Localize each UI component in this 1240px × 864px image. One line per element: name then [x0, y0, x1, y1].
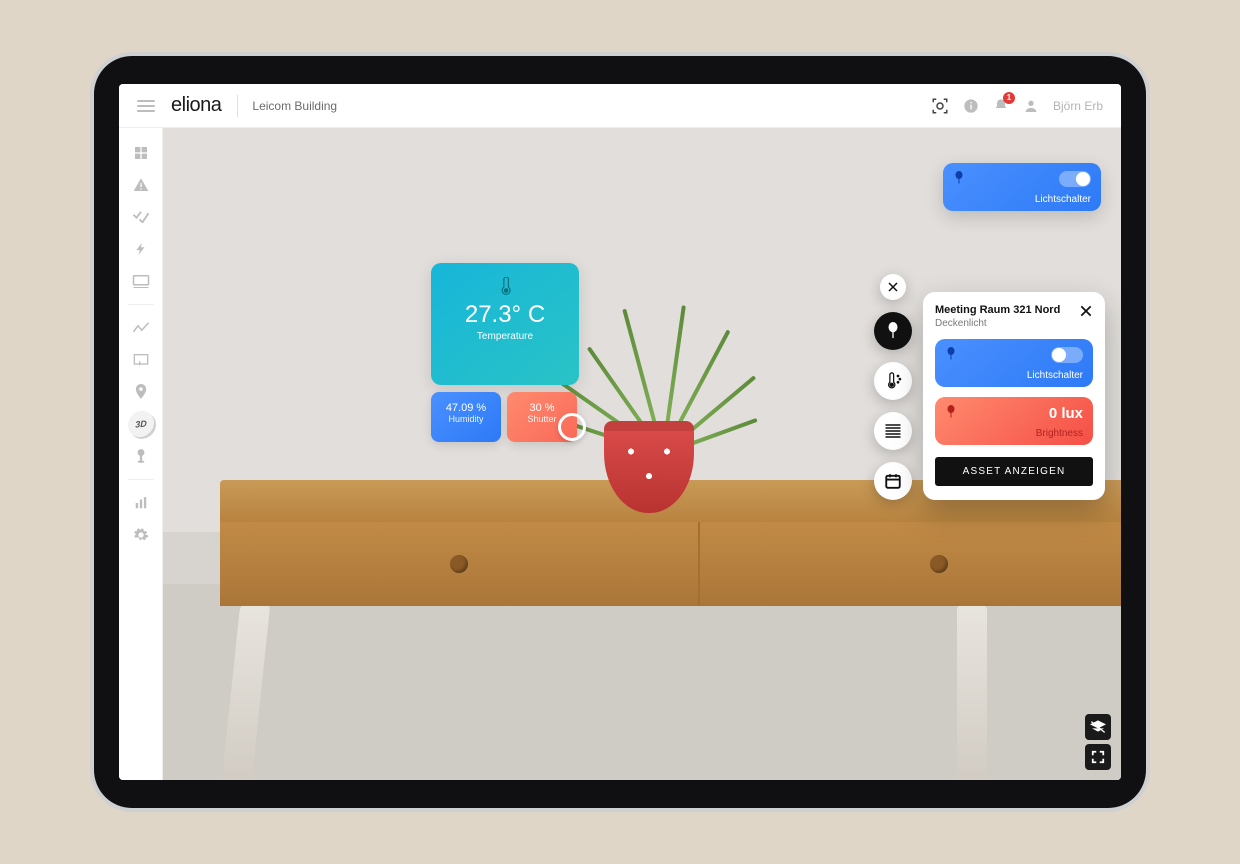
sidebar-item-heatmap[interactable]	[126, 441, 156, 471]
panel-close-button[interactable]	[1079, 304, 1093, 329]
temperature-label: Temperature	[439, 331, 571, 342]
sidebar-item-analytics[interactable]	[126, 488, 156, 518]
light-action-button[interactable]	[874, 312, 912, 350]
bell-icon[interactable]: 1	[993, 98, 1009, 114]
climate-action-button[interactable]	[874, 362, 912, 400]
lightswitch-top-toggle[interactable]	[1059, 171, 1091, 187]
tablet-frame: eliona Leicom Building 1 Björn Erb	[90, 52, 1150, 812]
sidebar-item-trends[interactable]	[126, 313, 156, 343]
humidity-value: 47.09 %	[435, 402, 497, 414]
sidebar-item-3d[interactable]: 3D	[126, 409, 156, 439]
building-name: Leicom Building	[252, 99, 337, 113]
header: eliona Leicom Building 1 Björn Erb	[119, 84, 1121, 128]
tablet-bezel: eliona Leicom Building 1 Björn Erb	[94, 56, 1146, 808]
panel-light-toggle[interactable]	[1051, 347, 1083, 363]
calendar-action-button[interactable]	[874, 462, 912, 500]
sidebar-separator	[128, 304, 154, 305]
action-column	[873, 274, 913, 500]
lightswitch-top-label: Lichtschalter	[1035, 194, 1091, 205]
room-canvas[interactable]: 27.3° C Temperature 47.09 % Humidity 30 …	[163, 128, 1121, 780]
panel-subtitle: Deckenlicht	[935, 318, 1060, 329]
panel-title: Meeting Raum 321 Nord	[935, 304, 1060, 316]
username[interactable]: Björn Erb	[1053, 99, 1103, 113]
sidebar: 3D	[119, 128, 163, 780]
table-illustration	[220, 480, 1121, 780]
fullscreen-button[interactable]	[1085, 744, 1111, 770]
brightness-label: Brightness	[1036, 428, 1083, 439]
sidebar-separator	[128, 479, 154, 480]
lamp-icon	[945, 347, 957, 361]
brightness-value: 0 lux	[1049, 405, 1083, 422]
shutter-value: 30 %	[511, 402, 573, 414]
layers-toggle-button[interactable]	[1085, 714, 1111, 740]
panel-light-tile[interactable]: Lichtschalter	[935, 339, 1093, 387]
menu-button[interactable]	[137, 100, 155, 112]
sidebar-item-tasks[interactable]	[126, 202, 156, 232]
divider	[237, 95, 238, 117]
panel-light-label: Lichtschalter	[1027, 370, 1083, 381]
blinds-action-button[interactable]	[874, 412, 912, 450]
lightswitch-top-tile[interactable]: Lichtschalter	[943, 163, 1101, 211]
info-icon[interactable]	[963, 98, 979, 114]
sidebar-item-views[interactable]	[126, 345, 156, 375]
app-screen: eliona Leicom Building 1 Björn Erb	[119, 84, 1121, 780]
show-asset-button[interactable]: ASSET ANZEIGEN	[935, 457, 1093, 486]
brand-logo: eliona	[171, 94, 221, 117]
humidity-label: Humidity	[435, 414, 497, 424]
sidebar-item-devices[interactable]	[126, 266, 156, 296]
notification-badge: 1	[1003, 92, 1015, 104]
corner-tools	[1085, 714, 1111, 770]
sidebar-item-alerts[interactable]	[126, 170, 156, 200]
humidity-card[interactable]: 47.09 % Humidity	[431, 392, 501, 442]
asset-panel: Meeting Raum 321 Nord Deckenlicht Lichts…	[923, 292, 1105, 500]
panel-brightness-tile[interactable]: 0 lux Brightness	[935, 397, 1093, 445]
scan-icon[interactable]	[931, 97, 949, 115]
temperature-card[interactable]: 27.3° C Temperature	[431, 263, 579, 385]
temperature-value: 27.3° C	[439, 301, 571, 329]
close-actions-button[interactable]	[880, 274, 906, 300]
sidebar-item-dashboard[interactable]	[126, 138, 156, 168]
sidebar-item-energy[interactable]	[126, 234, 156, 264]
lamp-icon	[945, 405, 957, 419]
sidebar-item-locations[interactable]	[126, 377, 156, 407]
room-probe-marker[interactable]	[558, 413, 586, 441]
lamp-icon	[953, 171, 965, 185]
user-icon[interactable]	[1023, 98, 1039, 114]
sidebar-item-settings[interactable]	[126, 520, 156, 550]
